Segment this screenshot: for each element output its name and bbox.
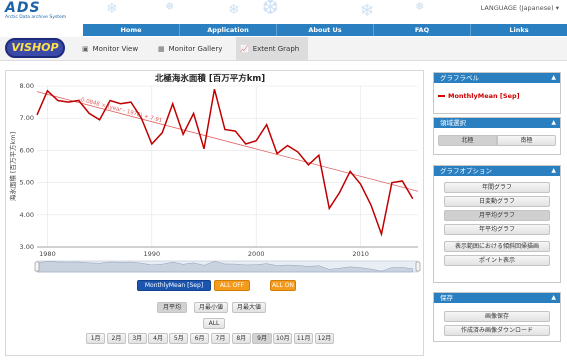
- month-button[interactable]: 1月: [86, 333, 106, 344]
- month-button[interactable]: 10月: [273, 333, 293, 344]
- series-toggle-button[interactable]: MonthlyMean [Sep]: [137, 280, 211, 291]
- region-arctic-button[interactable]: 北極: [438, 135, 497, 146]
- graph-options-panel: グラフオプション ▲ 年間グラフ 日変動グラフ 月平均グラフ 年平均グラフ 表示範…: [433, 165, 561, 283]
- main-nav: Home Application About Us FAQ Links: [83, 24, 567, 36]
- legend-item[interactable]: MonthlyMean [Sep]: [434, 83, 560, 103]
- chevron-up-icon[interactable]: ▲: [551, 73, 556, 83]
- snowflake-icon: ❅: [415, 0, 425, 13]
- region-antarctic-button[interactable]: 南極: [497, 135, 556, 146]
- annual-graph-button[interactable]: 年間グラフ: [444, 182, 550, 193]
- download-image-button[interactable]: 作成済み画像ダウンロード: [444, 325, 550, 336]
- all-on-button[interactable]: ALL ON: [270, 280, 296, 291]
- panel-header[interactable]: 保存 ▲: [434, 293, 560, 303]
- month-button[interactable]: 9月: [252, 333, 272, 344]
- regression-line-button[interactable]: 表示範囲における傾斜回帰描画: [444, 241, 550, 252]
- nav-about-us[interactable]: About Us: [277, 24, 374, 36]
- chart-icon: 📈: [240, 45, 249, 53]
- panel-header[interactable]: グラフラベル ▲: [434, 73, 560, 83]
- language-selector[interactable]: LANGUAGE (Japanese) ▾: [481, 4, 559, 12]
- all-stats-button[interactable]: ALL: [203, 318, 225, 329]
- panel-title: グラフラベル: [440, 74, 479, 82]
- month-button[interactable]: 12月: [314, 333, 335, 344]
- panel-title: 領域選択: [440, 119, 466, 127]
- annual-mean-graph-button[interactable]: 年平均グラフ: [444, 224, 550, 235]
- logo-text: ADS: [5, 0, 41, 16]
- month-button[interactable]: 6月: [190, 333, 210, 344]
- gallery-icon: ▦: [158, 45, 165, 53]
- monthly-min-button[interactable]: 月最小値: [194, 302, 228, 313]
- daily-variation-graph-button[interactable]: 日変動グラフ: [444, 196, 550, 207]
- panel-title: 保存: [440, 294, 453, 302]
- vishop-logo[interactable]: VISHOP: [5, 38, 65, 58]
- snowflake-icon: ❄: [360, 1, 375, 21]
- monthly-mean-button[interactable]: 月平均: [157, 302, 187, 313]
- all-off-button[interactable]: ALL OFF: [214, 280, 250, 291]
- region-panel: 領域選択 ▲ 北極 南極: [433, 117, 561, 155]
- tab-label: Monitor Gallery: [168, 45, 223, 53]
- save-image-button[interactable]: 画像保存: [444, 311, 550, 322]
- legend-panel: グラフラベル ▲ MonthlyMean [Sep]: [433, 72, 561, 114]
- panel-header[interactable]: グラフオプション ▲: [434, 166, 560, 176]
- point-display-button[interactable]: ポイント表示: [444, 255, 550, 266]
- panel-header[interactable]: 領域選択 ▲: [434, 118, 560, 128]
- legend-swatch: [438, 95, 445, 97]
- tab-monitor-gallery[interactable]: ▦ Monitor Gallery: [154, 37, 234, 61]
- image-icon: ▣: [82, 45, 89, 53]
- panel-title: グラフオプション: [440, 167, 492, 175]
- month-button[interactable]: 8月: [231, 333, 251, 344]
- legend-item-label: MonthlyMean [Sep]: [448, 92, 520, 100]
- chevron-up-icon[interactable]: ▲: [551, 166, 556, 176]
- snowflake-icon: ❄: [106, 1, 118, 17]
- snowflake-icon: ❄: [228, 2, 240, 18]
- nav-faq[interactable]: FAQ: [374, 24, 471, 36]
- snowflake-icon: ❆: [262, 0, 279, 19]
- ads-logo[interactable]: ADS Arctic Data archive System: [5, 1, 75, 21]
- month-button[interactable]: 4月: [148, 333, 168, 344]
- snowflake-icon: ❅: [165, 0, 175, 13]
- month-button[interactable]: 3月: [127, 333, 147, 344]
- save-panel: 保存 ▲ 画像保存 作成済み画像ダウンロード: [433, 292, 561, 342]
- logo-subtitle: Arctic Data archive System: [5, 15, 67, 20]
- month-button[interactable]: 5月: [169, 333, 189, 344]
- month-button[interactable]: 11月: [294, 333, 314, 344]
- tab-label: Monitor View: [92, 45, 139, 53]
- chart-container: [5, 70, 424, 356]
- month-button[interactable]: 7月: [210, 333, 231, 344]
- chevron-up-icon[interactable]: ▲: [551, 118, 556, 128]
- month-button[interactable]: 2月: [106, 333, 127, 344]
- chart-title: 北極海氷面積 [百万平方km]: [154, 74, 266, 84]
- nav-application[interactable]: Application: [180, 24, 277, 36]
- monthly-mean-graph-button[interactable]: 月平均グラフ: [444, 210, 550, 221]
- tab-extent-graph[interactable]: 📈 Extent Graph: [236, 37, 308, 61]
- tab-label: Extent Graph: [252, 45, 300, 53]
- chevron-up-icon[interactable]: ▲: [551, 293, 556, 303]
- nav-home[interactable]: Home: [83, 24, 180, 36]
- nav-links[interactable]: Links: [471, 24, 567, 36]
- monthly-max-button[interactable]: 月最大値: [232, 302, 266, 313]
